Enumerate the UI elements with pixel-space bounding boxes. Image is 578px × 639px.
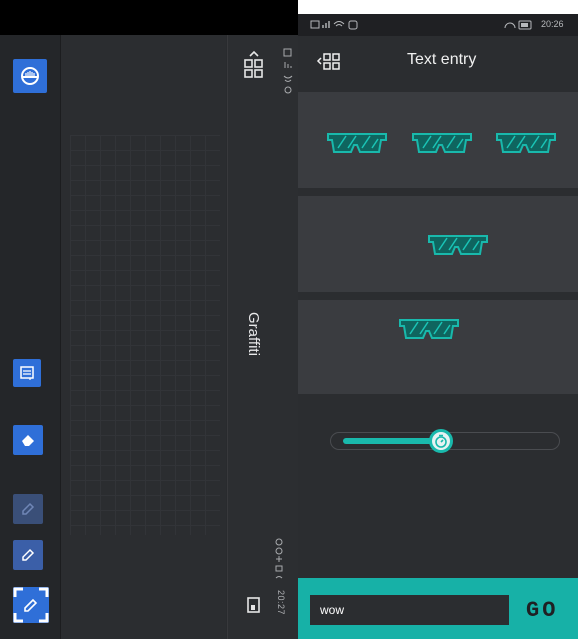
glasses-card-1[interactable] <box>298 92 578 188</box>
vr-glasses-icon <box>327 133 387 153</box>
top-black-bar <box>0 0 298 35</box>
phone-status-bar: 20:26 <box>298 14 578 36</box>
timer-icon <box>435 434 447 448</box>
pencil-tool-button-2[interactable] <box>13 540 43 570</box>
rotated-clock: 20:27 <box>276 590 286 616</box>
eraser-tool-button[interactable] <box>13 425 43 455</box>
graffiti-side-panel <box>227 35 299 639</box>
canvas-grid <box>70 135 220 535</box>
back-apps-button[interactable] <box>316 52 342 77</box>
rotated-status-icons <box>283 48 293 103</box>
status-icons-left <box>310 20 358 30</box>
speed-slider-fill <box>343 438 438 444</box>
go-button[interactable]: GO <box>526 595 566 625</box>
glasses-card-3[interactable] <box>298 300 578 394</box>
vr-glasses-icon <box>412 133 472 153</box>
apps-grid-icon[interactable] <box>243 50 265 85</box>
back-grid-icon <box>316 53 340 70</box>
glasses-card-2[interactable] <box>298 196 578 292</box>
eraser-icon <box>22 435 34 446</box>
pencil-tool-button-selected[interactable] <box>13 587 49 623</box>
battery-icon <box>504 20 532 30</box>
vr-glasses-icon <box>399 319 459 339</box>
vr-glasses-icon <box>496 133 556 153</box>
header-title: Text entry <box>407 51 477 68</box>
timer-slider-knob[interactable] <box>429 429 453 453</box>
text-entry-input[interactable] <box>310 595 509 625</box>
rotated-status-icons-bottom <box>274 538 284 593</box>
app-screenshot: Graffiti 20:27 20:26 Text entry wow GO <box>0 0 578 639</box>
text-box-icon <box>20 366 34 380</box>
pencil-tool-button[interactable] <box>13 494 43 524</box>
selection-frame-icon <box>13 587 49 623</box>
graffiti-title: Graffiti <box>245 312 262 356</box>
header: Text entry <box>298 36 578 86</box>
vr-glasses-icon <box>428 235 488 255</box>
joystick-button[interactable] <box>13 59 47 93</box>
pencil-icon <box>22 548 35 561</box>
joystick-icon <box>21 67 39 85</box>
phone-clock: 20:26 <box>541 19 564 29</box>
text-entry-bar: GO <box>298 578 578 639</box>
keyboard-exit-icon[interactable] <box>246 595 262 620</box>
pencil-icon <box>22 502 35 515</box>
text-tool-button[interactable] <box>13 359 41 387</box>
text-entry-screen: 20:26 Text entry wow GO <box>298 14 578 639</box>
